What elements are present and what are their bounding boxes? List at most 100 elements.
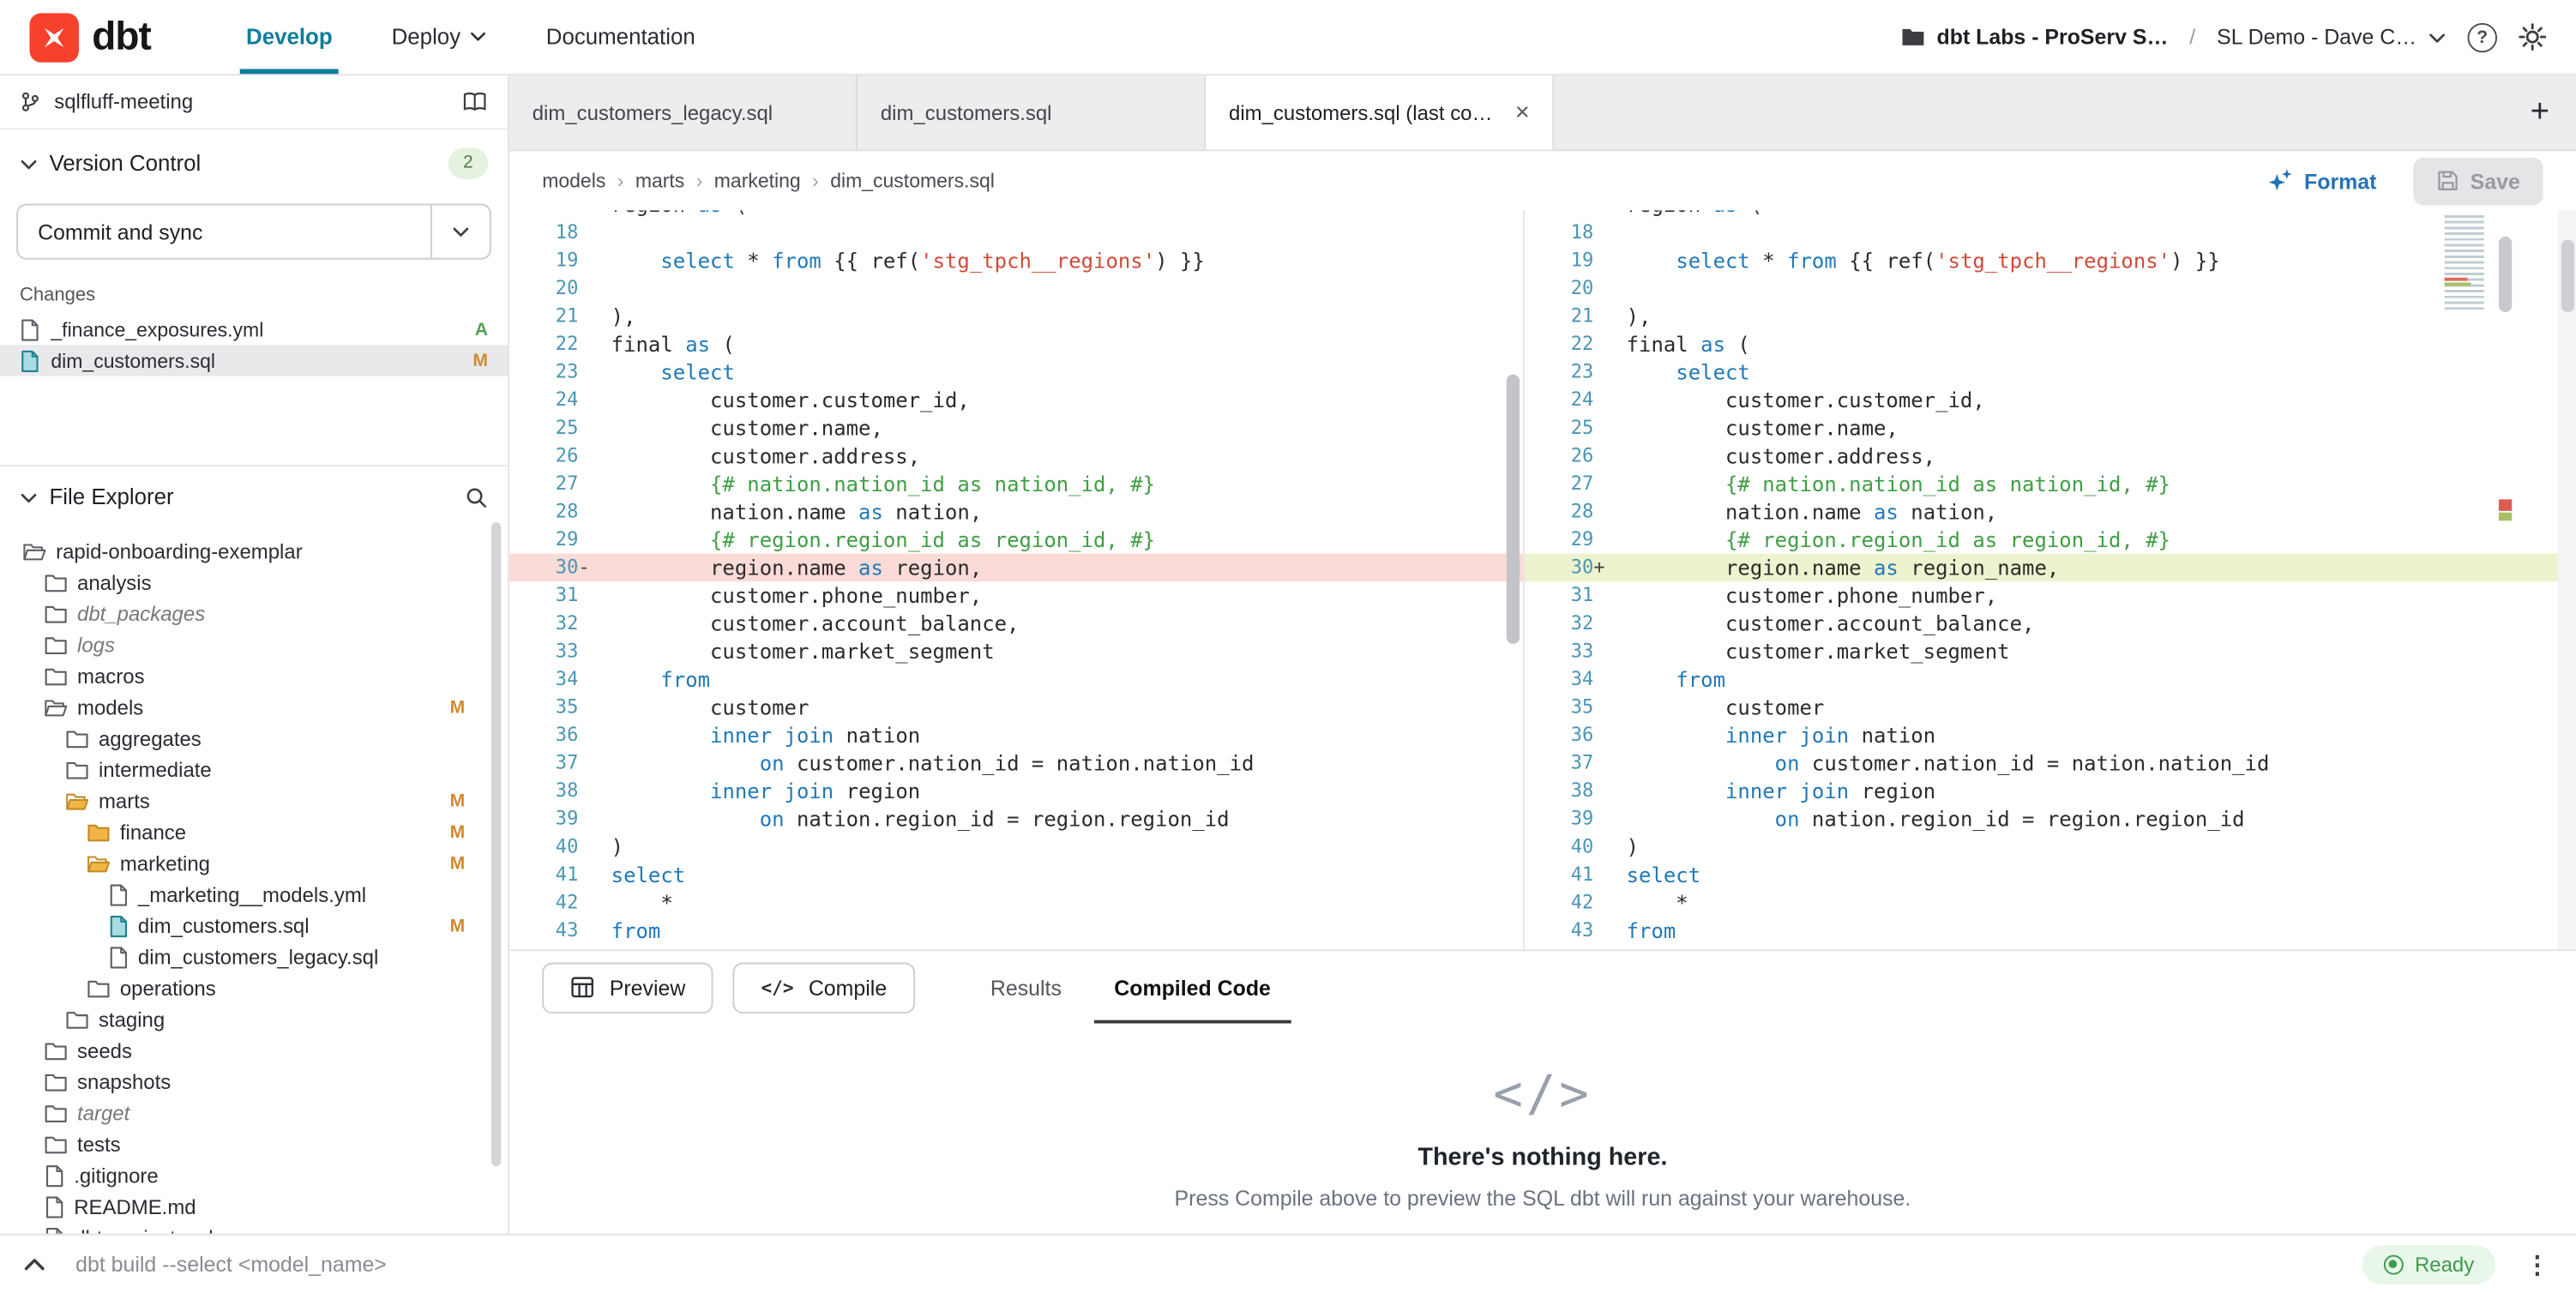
kebab-menu-icon[interactable]: ⋮	[2522, 1249, 2553, 1278]
commit-and-sync-button[interactable]: Commit and sync	[18, 205, 430, 257]
code-line[interactable]: 31 customer.phone_number,	[509, 581, 1523, 610]
tree-item-operations[interactable]: operations	[0, 972, 508, 1003]
results-tab-compiled-code[interactable]: Compiled Code	[1088, 951, 1297, 1023]
dbt-logo[interactable]: dbt	[0, 12, 174, 61]
tree-item-target[interactable]: target	[0, 1098, 508, 1128]
editor-tab[interactable]: dim_customers.sql	[858, 75, 1206, 149]
save-button[interactable]: Save	[2413, 157, 2543, 205]
docs-book-icon[interactable]	[461, 90, 488, 113]
code-line[interactable]: 24 customer.customer_id,	[1525, 386, 2576, 414]
code-line[interactable]: 32 customer.account_balance,	[509, 610, 1523, 638]
tree-item-aggregates[interactable]: aggregates	[0, 723, 508, 754]
tree-item-marketing[interactable]: marketingM	[0, 848, 508, 879]
code-line[interactable]: 20	[509, 274, 1523, 303]
commit-options-caret[interactable]	[430, 205, 490, 257]
tree-item-dim_customers.sql[interactable]: dim_customers.sqlM	[0, 910, 508, 941]
tree-item-.gitignore[interactable]: .gitignore	[0, 1160, 508, 1191]
left-pane-scrollbar[interactable]	[1505, 210, 1521, 949]
code-line[interactable]: 35 customer	[509, 693, 1523, 721]
diff-pane-right[interactable]: region as (1819 select * from {{ ref('st…	[1525, 210, 2576, 949]
code-line[interactable]: 41select	[509, 861, 1523, 889]
code-line[interactable]: 18	[509, 219, 1523, 247]
close-icon[interactable]: ×	[1515, 100, 1530, 125]
tree-item-analysis[interactable]: analysis	[0, 567, 508, 598]
code-line[interactable]: 26 customer.address,	[1525, 442, 2576, 470]
code-line[interactable]: 37 on customer.nation_id = nation.nation…	[1525, 749, 2576, 778]
settings-gear-button[interactable]	[2519, 23, 2547, 51]
tree-item-README.md[interactable]: README.md	[0, 1191, 508, 1222]
tree-item-dbt_project.yml[interactable]: dbt_project.yml	[0, 1222, 508, 1233]
code-line[interactable]: 34 from	[509, 665, 1523, 694]
search-icon[interactable]	[465, 485, 488, 508]
nav-develop[interactable]: Develop	[217, 0, 363, 74]
code-line[interactable]: 23 select	[1525, 358, 2576, 387]
format-button[interactable]: Format	[2266, 167, 2376, 194]
minimap-slider[interactable]	[2499, 237, 2512, 312]
code-line[interactable]: 41select	[1525, 861, 2576, 889]
editor-tab[interactable]: dim_customers_legacy.sql	[509, 75, 858, 149]
code-line[interactable]: 31 customer.phone_number,	[1525, 581, 2576, 610]
tree-item-marts[interactable]: martsM	[0, 785, 508, 816]
right-pane-scrollbar[interactable]	[2558, 210, 2576, 949]
account-selector[interactable]: dbt Labs - ProServ S…	[1900, 25, 2168, 50]
tree-item-intermediate[interactable]: intermediate	[0, 754, 508, 785]
code-line[interactable]: 35 customer	[1525, 693, 2576, 721]
code-line[interactable]: 27 {# nation.nation_id as nation_id, #}	[1525, 470, 2576, 498]
tree-item-seeds[interactable]: seeds	[0, 1035, 508, 1066]
code-line[interactable]: 22final as (	[1525, 330, 2576, 358]
help-button[interactable]: ?	[2468, 22, 2497, 51]
code-line[interactable]: 28 nation.name as nation,	[509, 497, 1523, 526]
editor-tab[interactable]: dim_customers.sql (last co…×	[1206, 75, 1554, 149]
tree-item-rapid-onboarding-exemplar[interactable]: rapid-onboarding-exemplar	[0, 536, 508, 567]
code-line[interactable]: 29 {# region.region_id as region_id, #}	[509, 526, 1523, 554]
code-line[interactable]: 42 *	[1525, 888, 2576, 917]
results-tab-results[interactable]: Results	[964, 951, 1087, 1023]
file-explorer-header[interactable]: File Explorer	[0, 466, 508, 522]
diff-pane-left[interactable]: region as (1819 select * from {{ ref('st…	[509, 210, 1525, 949]
code-line[interactable]: 43from	[1525, 917, 2576, 945]
code-line[interactable]: 32 customer.account_balance,	[1525, 610, 2576, 638]
version-control-header[interactable]: Version Control 2	[0, 129, 508, 192]
tree-item-logs[interactable]: logs	[0, 629, 508, 660]
code-line[interactable]: 42 *	[509, 888, 1523, 917]
code-line[interactable]: 39 on nation.region_id = region.region_i…	[509, 805, 1523, 833]
code-line[interactable]: 40)	[509, 833, 1523, 861]
code-line[interactable]: region as (	[509, 210, 1523, 219]
command-input[interactable]	[72, 1250, 2336, 1278]
tree-item-dbt_packages[interactable]: dbt_packages	[0, 598, 508, 628]
project-selector[interactable]: SL Demo - Dave C…	[2217, 25, 2446, 50]
preview-button[interactable]: Preview	[542, 962, 713, 1013]
tree-item-dim_customers_legacy.sql[interactable]: dim_customers_legacy.sql	[0, 941, 508, 972]
code-line[interactable]: 21),	[1525, 303, 2576, 331]
code-line[interactable]: 28 nation.name as nation,	[1525, 497, 2576, 526]
code-line[interactable]: 19 select * from {{ ref('stg_tpch__regio…	[1525, 246, 2576, 274]
code-line[interactable]: 22final as (	[509, 330, 1523, 358]
code-line[interactable]: 19 select * from {{ ref('stg_tpch__regio…	[509, 246, 1523, 274]
code-line[interactable]: 21),	[509, 303, 1523, 331]
git-branch-selector[interactable]: sqlfluff-meeting	[0, 75, 508, 129]
code-line[interactable]: 23 select	[509, 358, 1523, 387]
chevron-up-icon[interactable]	[23, 1257, 46, 1272]
new-tab-button[interactable]: +	[2504, 75, 2576, 149]
code-line[interactable]: 24 customer.customer_id,	[509, 386, 1523, 414]
code-line[interactable]: 40)	[1525, 833, 2576, 861]
change-item[interactable]: dim_customers.sqlM	[0, 345, 508, 376]
tree-item-finance[interactable]: financeM	[0, 816, 508, 847]
tree-item-_marketing__models.yml[interactable]: _marketing__models.yml	[0, 879, 508, 910]
tree-item-snapshots[interactable]: snapshots	[0, 1066, 508, 1097]
code-line[interactable]: 27 {# nation.nation_id as nation_id, #}	[509, 470, 1523, 498]
tree-item-tests[interactable]: tests	[0, 1128, 508, 1159]
code-line[interactable]: 26 customer.address,	[509, 442, 1523, 470]
change-item[interactable]: _finance_exposures.ymlA	[0, 314, 508, 345]
compile-button[interactable]: </> Compile	[733, 962, 915, 1013]
sidebar-scrollbar[interactable]	[491, 522, 501, 1166]
code-line[interactable]: 36 inner join nation	[509, 721, 1523, 749]
code-line[interactable]: 18	[1525, 219, 2576, 247]
code-line[interactable]: 38 inner join region	[1525, 777, 2576, 805]
code-line[interactable]: 34 from	[1525, 665, 2576, 694]
code-line[interactable]: 39 on nation.region_id = region.region_i…	[1525, 805, 2576, 833]
code-line[interactable]: 25 customer.name,	[1525, 414, 2576, 442]
code-line[interactable]: 20	[1525, 274, 2576, 303]
code-line[interactable]: 33 customer.market_segment	[1525, 637, 2576, 665]
code-line[interactable]: 29 {# region.region_id as region_id, #}	[1525, 526, 2576, 554]
